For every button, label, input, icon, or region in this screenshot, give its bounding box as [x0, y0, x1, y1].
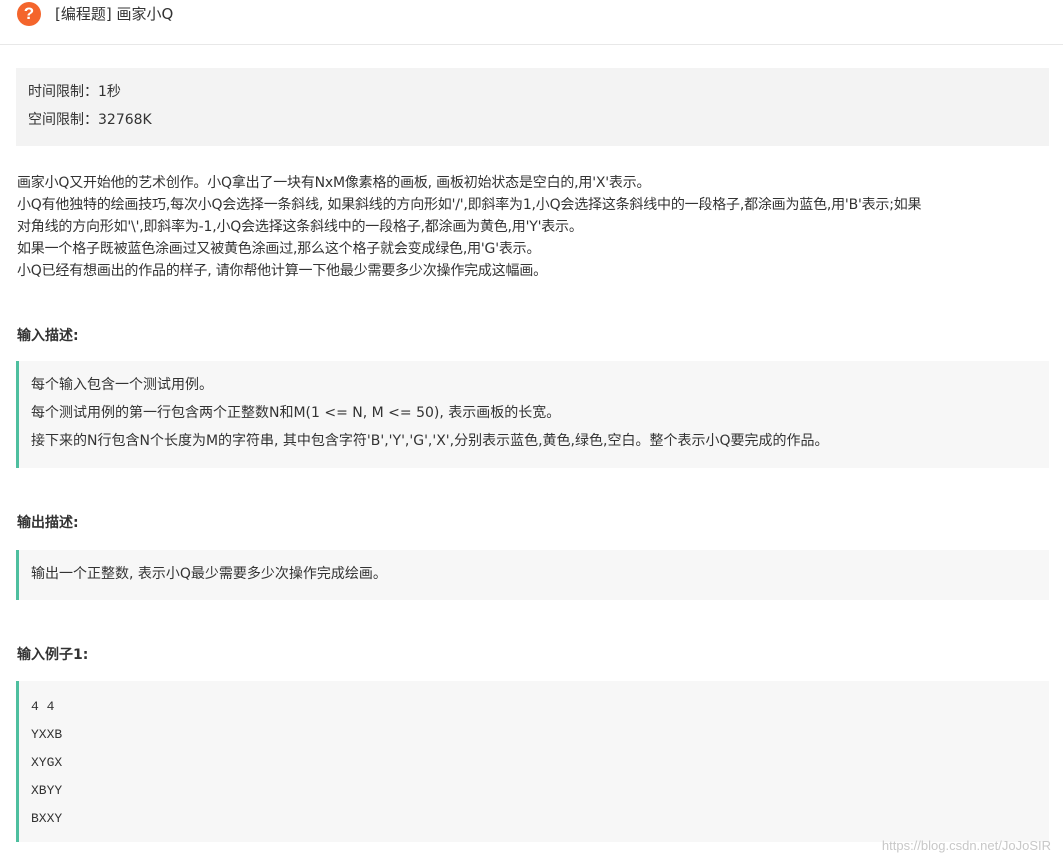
output-description-heading: 输出描述: — [17, 515, 79, 531]
input-description-heading: 输入描述: — [17, 328, 79, 344]
description-line: 小Q已经有想画出的作品的样子, 请你帮他计算一下他最少需要多少次操作完成这幅画。 — [17, 263, 547, 279]
input-description-box: 每个输入包含一个测试用例。 每个测试用例的第一行包含两个正整数N和M(1 <= … — [16, 361, 1049, 468]
watermark: https://blog.csdn.net/JoJoSIR — [881, 838, 1051, 853]
problem-title: [编程题] 画家小Q — [55, 5, 174, 23]
space-limit: 空间限制：32768K — [28, 112, 152, 128]
example-input-line: XYGX — [31, 755, 63, 770]
description-line: 小Q有他独特的绘画技巧,每次小Q会选择一条斜线, 如果斜线的方向形如'/',即斜… — [17, 197, 922, 213]
limits-panel: 时间限制：1秒 空间限制：32768K — [16, 68, 1049, 146]
example-input-box: 4 4 YXXB XYGX XBYY BXXY — [16, 681, 1049, 842]
description-line: 画家小Q又开始他的艺术创作。小Q拿出了一块有NxM像素格的画板, 画板初始状态是… — [17, 175, 651, 191]
input-description-line: 接下来的N行包含N个长度为M的字符串, 其中包含字符'B','Y','G','X… — [31, 433, 829, 449]
example-input-line: YXXB — [31, 727, 63, 742]
time-limit: 时间限制：1秒 — [28, 84, 121, 100]
output-description-line: 输出一个正整数, 表示小Q最少需要多少次操作完成绘画。 — [31, 566, 387, 582]
input-description-line: 每个输入包含一个测试用例。 — [31, 377, 213, 393]
example-input-line: XBYY — [31, 783, 63, 798]
help-question-icon: ? — [17, 2, 41, 26]
example-heading: 输入例子1: — [17, 647, 89, 663]
output-description-box: 输出一个正整数, 表示小Q最少需要多少次操作完成绘画。 — [16, 550, 1049, 600]
problem-header: ? [编程题] 画家小Q — [0, 0, 1063, 45]
example-input-line: 4 4 — [31, 699, 55, 714]
description-line: 对角线的方向形如'\',即斜率为-1,小Q会选择这条斜线中的一段格子,都涂画为黄… — [17, 219, 583, 235]
example-input-line: BXXY — [31, 811, 63, 826]
problem-description: 画家小Q又开始他的艺术创作。小Q拿出了一块有NxM像素格的画板, 画板初始状态是… — [17, 172, 1057, 282]
description-line: 如果一个格子既被蓝色涂画过又被黄色涂画过,那么这个格子就会变成绿色,用'G'表示… — [17, 241, 541, 257]
input-description-line: 每个测试用例的第一行包含两个正整数N和M(1 <= N, M <= 50), 表… — [31, 405, 561, 421]
